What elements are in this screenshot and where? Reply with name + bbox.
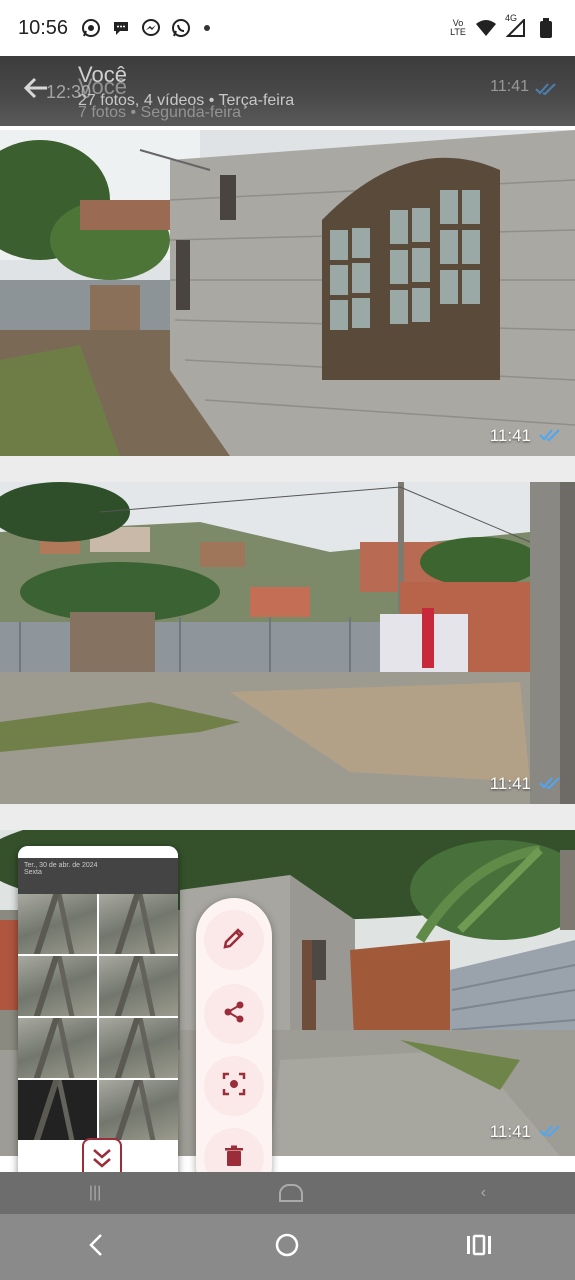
trash-icon bbox=[221, 1143, 247, 1174]
message-icon bbox=[110, 17, 132, 39]
more-notifications-dot bbox=[204, 25, 211, 31]
photo-2-time: 11:41 bbox=[489, 774, 531, 793]
mini-photo bbox=[99, 894, 178, 954]
share-button[interactable] bbox=[204, 984, 264, 1044]
read-double-check-icon bbox=[539, 1124, 561, 1138]
read-double-check-icon bbox=[539, 776, 561, 790]
photo-2[interactable]: 11:41 bbox=[0, 482, 575, 804]
ghost-home-icon bbox=[279, 1184, 304, 1202]
mini-photo bbox=[18, 956, 97, 1016]
chat-media-header: 12:30 Você Você 27 fotos, 4 vídeos • Ter… bbox=[0, 56, 575, 126]
nav-home-button[interactable] bbox=[257, 1222, 317, 1272]
mini-photo bbox=[18, 1080, 97, 1140]
signal-4g-icon: 4G bbox=[505, 13, 527, 39]
media-summary-ghost: 7 fotos • Segunda-feira bbox=[78, 104, 242, 121]
read-double-check-icon bbox=[539, 428, 561, 442]
share-icon bbox=[221, 999, 247, 1030]
ghost-recents-icon: ||| bbox=[88, 1184, 102, 1201]
battery-icon bbox=[535, 17, 557, 39]
system-icons: Vo LTE 4G bbox=[449, 13, 557, 39]
photo-separator bbox=[0, 456, 575, 482]
wifi-icon bbox=[475, 17, 497, 39]
nav-recents-icon bbox=[465, 1233, 493, 1262]
photo-2-image bbox=[0, 482, 575, 804]
read-double-check-icon bbox=[535, 82, 557, 101]
whatsapp-icon bbox=[80, 17, 102, 39]
nav-recents-button[interactable] bbox=[449, 1222, 509, 1272]
ghost-nav-bar: ||| ‹ bbox=[0, 1172, 575, 1214]
mini-photo bbox=[18, 1018, 97, 1078]
nav-back-button[interactable] bbox=[66, 1222, 126, 1272]
mini-header-date: Ter., 30 de abr. de 2024 bbox=[24, 862, 98, 869]
nav-home-icon bbox=[273, 1231, 301, 1264]
lens-button[interactable] bbox=[204, 1056, 264, 1116]
photo-3-time: 11:41 bbox=[489, 1122, 531, 1141]
lens-scan-icon bbox=[221, 1071, 247, 1102]
network-label: 4G bbox=[505, 13, 518, 23]
edit-button[interactable] bbox=[204, 910, 264, 970]
header-time: 11:41 bbox=[490, 78, 529, 95]
mini-header-sub: Sexta bbox=[24, 869, 42, 876]
mini-header: Ter., 30 de abr. de 2024 Sexta bbox=[18, 858, 178, 894]
notification-icons bbox=[80, 17, 211, 39]
status-bar: 10:56 Vo LTE 4G bbox=[0, 0, 575, 56]
mini-photo bbox=[99, 1018, 178, 1078]
photo-separator bbox=[0, 804, 575, 830]
screenshot-actions-panel bbox=[196, 898, 272, 1204]
double-chevron-down-icon bbox=[90, 1145, 114, 1176]
photo-1-time: 11:41 bbox=[489, 426, 531, 445]
mini-photo bbox=[99, 956, 178, 1016]
whatsapp-business-icon bbox=[170, 17, 192, 39]
ghost-back-icon: ‹ bbox=[480, 1184, 487, 1201]
mini-photo bbox=[99, 1080, 178, 1140]
nav-back-icon bbox=[86, 1232, 106, 1263]
system-nav-bar bbox=[0, 1214, 575, 1280]
photo-1-image bbox=[0, 130, 575, 456]
mini-status-bar bbox=[18, 846, 178, 858]
status-time: 10:56 bbox=[18, 16, 69, 39]
photo-1[interactable]: 11:41 bbox=[0, 130, 575, 456]
messenger-icon bbox=[140, 17, 162, 39]
volte-icon: Vo LTE bbox=[450, 18, 466, 37]
pencil-icon bbox=[221, 925, 247, 956]
mini-photo bbox=[18, 894, 97, 954]
mini-photo-grid bbox=[18, 894, 178, 1140]
